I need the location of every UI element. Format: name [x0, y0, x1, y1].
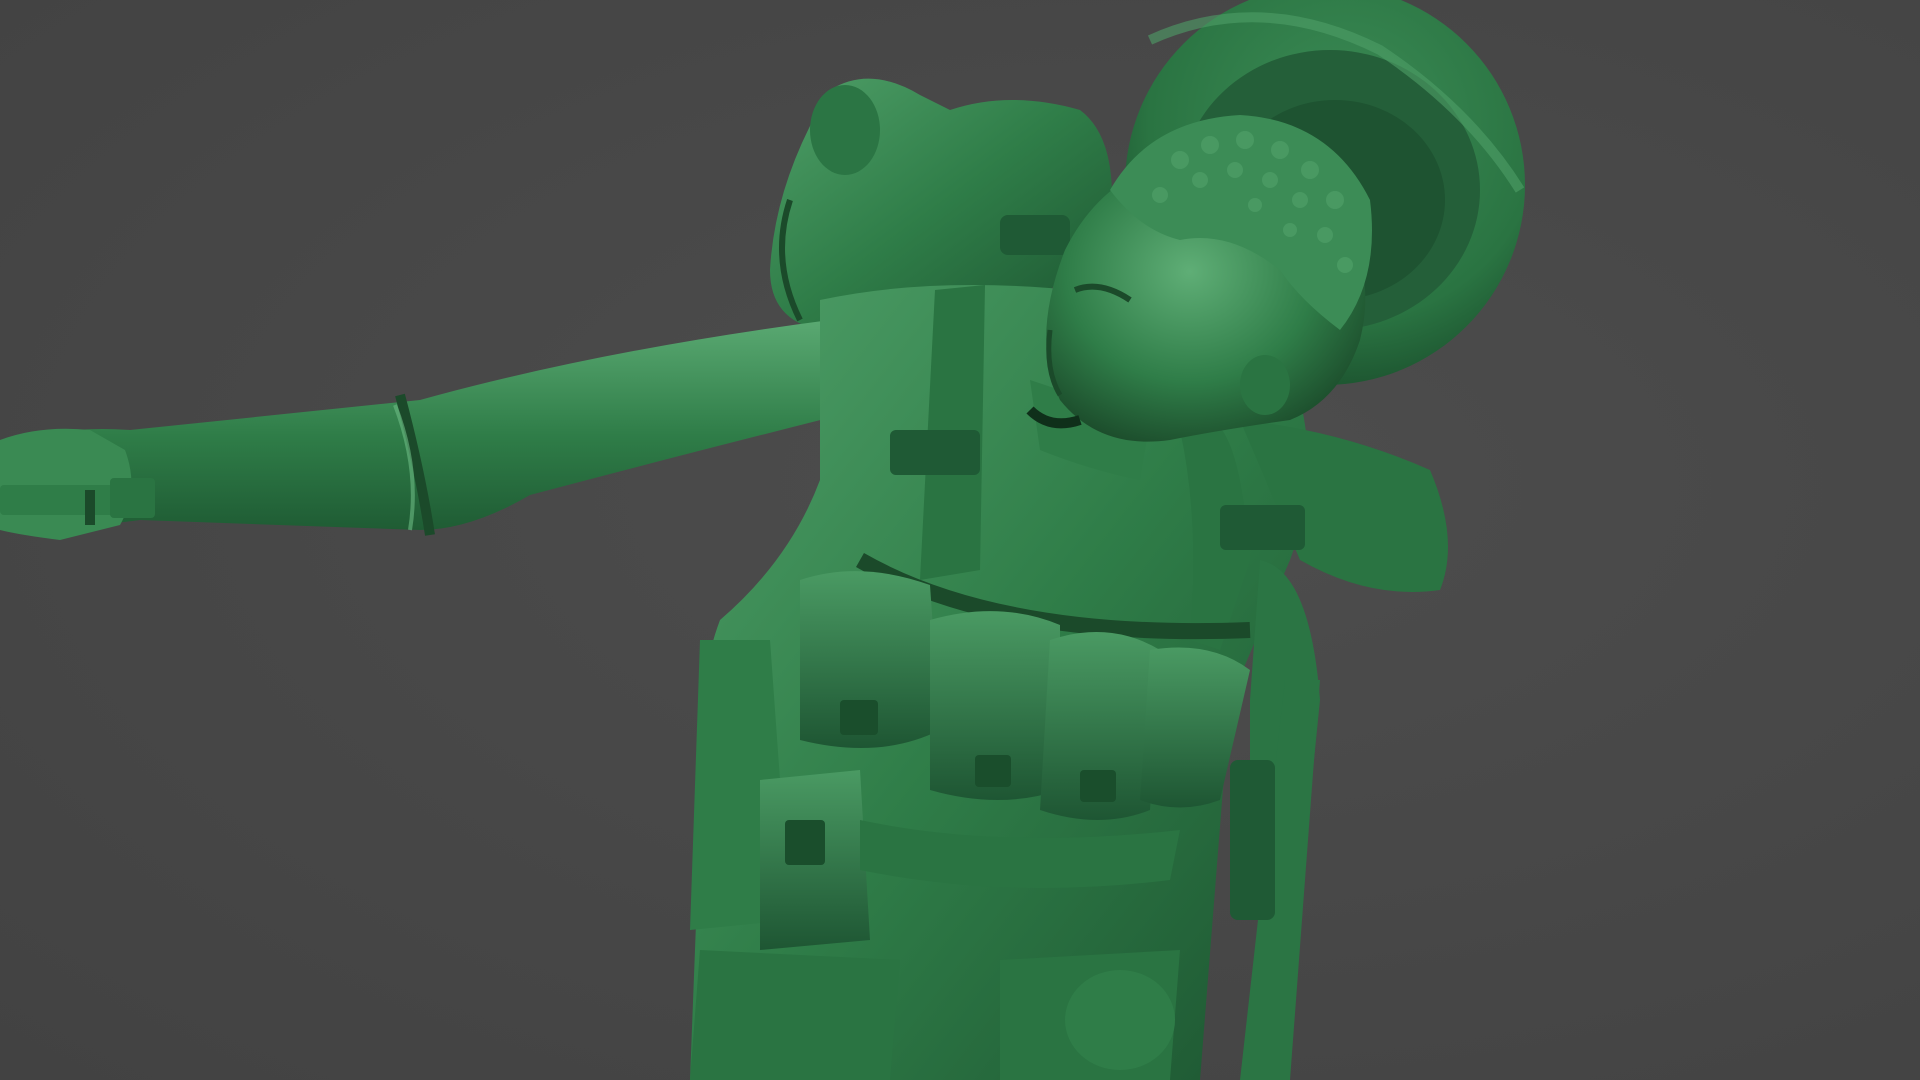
figure-render — [0, 0, 1525, 1080]
sculpt-viewport[interactable] — [0, 0, 1920, 1080]
ear — [1240, 355, 1290, 415]
outstretched-arm — [0, 320, 900, 540]
